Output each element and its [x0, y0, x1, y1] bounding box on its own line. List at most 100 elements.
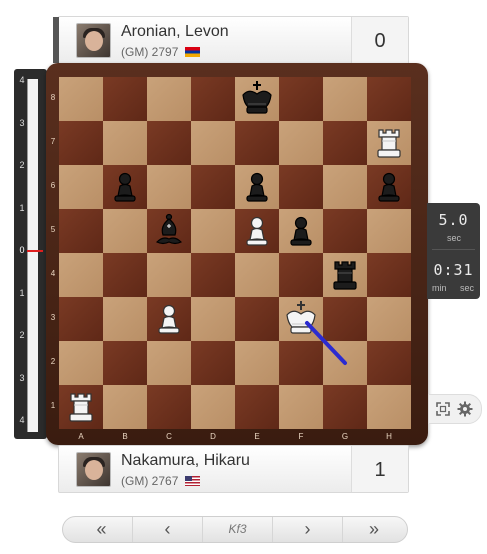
square-f4[interactable]: [279, 253, 323, 297]
square-e1[interactable]: [235, 385, 279, 429]
square-h4[interactable]: [367, 253, 411, 297]
square-b5[interactable]: [103, 209, 147, 253]
top-player-title: (GM): [121, 45, 149, 59]
square-a8[interactable]: [59, 77, 103, 121]
square-f6[interactable]: [279, 165, 323, 209]
clock-time: 0:31: [433, 261, 474, 279]
square-c8[interactable]: [147, 77, 191, 121]
square-c1[interactable]: [147, 385, 191, 429]
square-a5[interactable]: [59, 209, 103, 253]
square-c6[interactable]: [147, 165, 191, 209]
rank-label: 6: [50, 181, 56, 190]
square-b8[interactable]: [103, 77, 147, 121]
square-g6[interactable]: [323, 165, 367, 209]
square-e5[interactable]: [235, 209, 279, 253]
square-e3[interactable]: [235, 297, 279, 341]
white-king-icon[interactable]: [279, 297, 323, 341]
square-e8[interactable]: [235, 77, 279, 121]
previous-move-button[interactable]: ‹: [133, 517, 203, 542]
square-b7[interactable]: [103, 121, 147, 165]
square-f3[interactable]: [279, 297, 323, 341]
square-c2[interactable]: [147, 341, 191, 385]
black-pawn-icon[interactable]: [235, 165, 279, 209]
square-c4[interactable]: [147, 253, 191, 297]
clock-panel: 5.0 sec 0:31 min sec: [427, 203, 480, 299]
square-h5[interactable]: [367, 209, 411, 253]
black-pawn-icon[interactable]: [367, 165, 411, 209]
square-a4[interactable]: [59, 253, 103, 297]
black-rook-icon[interactable]: [323, 253, 367, 297]
square-b6[interactable]: [103, 165, 147, 209]
square-g3[interactable]: [323, 297, 367, 341]
square-g8[interactable]: [323, 77, 367, 121]
evaluation-bar: 4 3 2 1 0 1 2 3 4: [14, 69, 47, 439]
square-b1[interactable]: [103, 385, 147, 429]
square-f5[interactable]: [279, 209, 323, 253]
square-e7[interactable]: [235, 121, 279, 165]
square-b4[interactable]: [103, 253, 147, 297]
last-move-button[interactable]: »: [343, 517, 405, 542]
black-pawn-icon[interactable]: [279, 209, 323, 253]
black-bishop-icon[interactable]: [147, 209, 191, 253]
square-c3[interactable]: [147, 297, 191, 341]
bottom-player-panel: Nakamura, Hikaru (GM) 2767 1: [58, 445, 409, 493]
square-h7[interactable]: [367, 121, 411, 165]
square-e2[interactable]: [235, 341, 279, 385]
square-b2[interactable]: [103, 341, 147, 385]
eval-tick-label: 0: [19, 245, 25, 255]
square-e6[interactable]: [235, 165, 279, 209]
square-d4[interactable]: [191, 253, 235, 297]
square-h1[interactable]: [367, 385, 411, 429]
square-a1[interactable]: [59, 385, 103, 429]
eval-tick-label: 2: [19, 330, 25, 340]
square-c5[interactable]: [147, 209, 191, 253]
white-pawn-icon[interactable]: [235, 209, 279, 253]
file-label: C: [166, 432, 172, 441]
gear-icon[interactable]: [457, 401, 473, 417]
evaluation-marker: [27, 250, 43, 252]
square-a2[interactable]: [59, 341, 103, 385]
square-d3[interactable]: [191, 297, 235, 341]
white-rook-icon[interactable]: [59, 385, 103, 429]
top-player-name: Aronian, Levon: [121, 23, 229, 40]
square-b3[interactable]: [103, 297, 147, 341]
white-pawn-icon[interactable]: [147, 297, 191, 341]
square-f1[interactable]: [279, 385, 323, 429]
square-g2[interactable]: [323, 341, 367, 385]
square-d5[interactable]: [191, 209, 235, 253]
square-g5[interactable]: [323, 209, 367, 253]
bottom-player-rating: 2767: [151, 474, 179, 488]
square-g7[interactable]: [323, 121, 367, 165]
eval-tick-label: 2: [19, 160, 25, 170]
first-move-button[interactable]: «: [71, 517, 133, 542]
square-d6[interactable]: [191, 165, 235, 209]
square-d2[interactable]: [191, 341, 235, 385]
square-h8[interactable]: [367, 77, 411, 121]
top-player-panel: Aronian, Levon (GM) 2797 0: [53, 16, 409, 64]
chess-board[interactable]: [59, 77, 411, 429]
square-f8[interactable]: [279, 77, 323, 121]
square-d1[interactable]: [191, 385, 235, 429]
square-h6[interactable]: [367, 165, 411, 209]
black-pawn-icon[interactable]: [103, 165, 147, 209]
square-a7[interactable]: [59, 121, 103, 165]
square-h2[interactable]: [367, 341, 411, 385]
square-d8[interactable]: [191, 77, 235, 121]
square-a6[interactable]: [59, 165, 103, 209]
square-g1[interactable]: [323, 385, 367, 429]
square-f7[interactable]: [279, 121, 323, 165]
square-a3[interactable]: [59, 297, 103, 341]
fullscreen-icon[interactable]: [435, 401, 451, 417]
rank-label: 3: [50, 313, 56, 322]
rank-label: 4: [50, 269, 56, 278]
square-c7[interactable]: [147, 121, 191, 165]
white-rook-icon[interactable]: [367, 121, 411, 165]
black-king-icon[interactable]: [235, 77, 279, 121]
square-g4[interactable]: [323, 253, 367, 297]
next-move-button[interactable]: ›: [273, 517, 343, 542]
square-h3[interactable]: [367, 297, 411, 341]
bottom-player-name: Nakamura, Hikaru: [121, 452, 250, 469]
square-d7[interactable]: [191, 121, 235, 165]
square-f2[interactable]: [279, 341, 323, 385]
square-e4[interactable]: [235, 253, 279, 297]
